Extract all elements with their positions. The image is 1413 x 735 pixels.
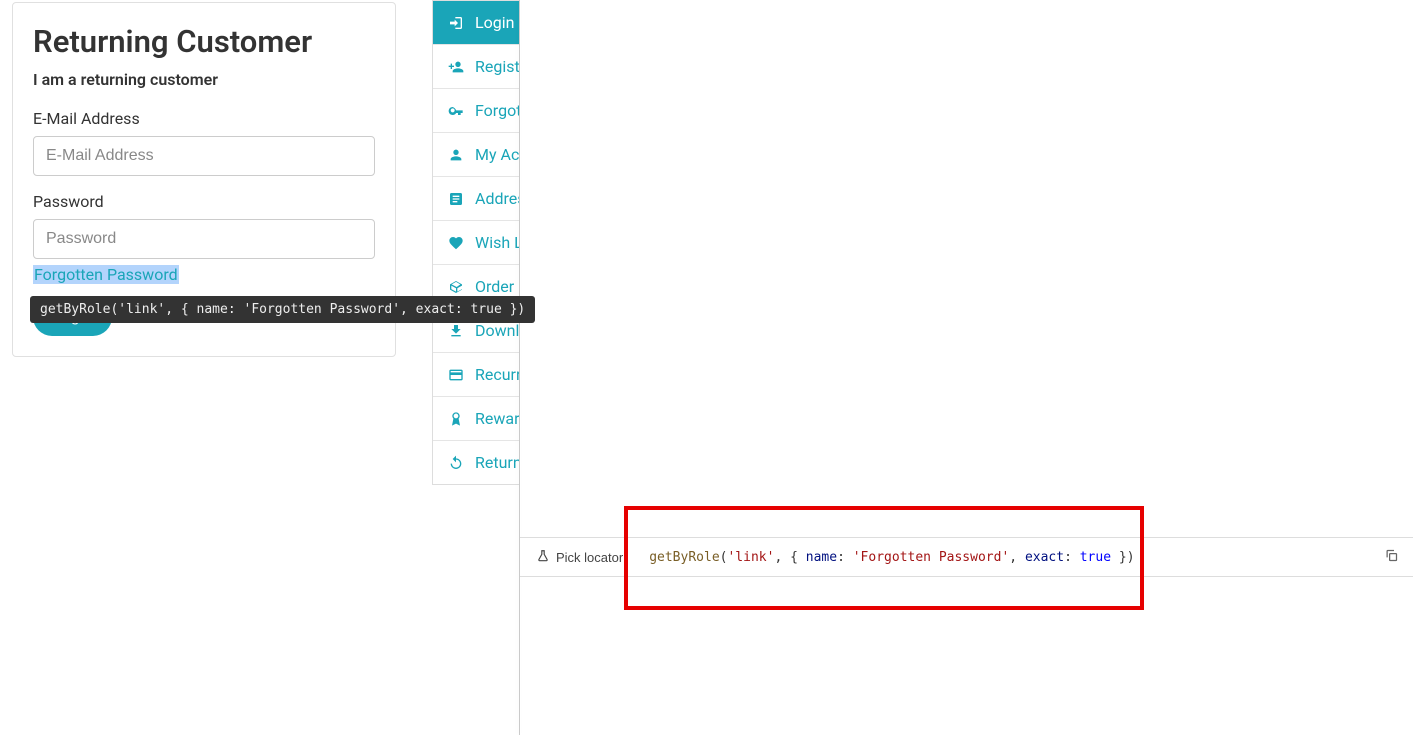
pick-locator-button[interactable]: Pick locator — [530, 545, 629, 570]
inspector-pane: Pick locator getByRole('link', { name: '… — [519, 0, 1413, 735]
download-icon — [447, 323, 465, 339]
heart-icon — [447, 235, 465, 251]
credit-card-icon — [447, 367, 465, 383]
key-icon — [447, 103, 465, 119]
password-input[interactable] — [33, 219, 375, 259]
user-icon — [447, 147, 465, 163]
email-group: E-Mail Address — [33, 109, 375, 176]
sidebar-item-label: Login — [475, 13, 514, 32]
login-icon — [447, 15, 465, 31]
copy-button[interactable] — [1380, 544, 1403, 570]
reward-icon — [447, 411, 465, 427]
card-title: Returning Customer — [33, 23, 375, 60]
app-preview-pane: Returning Customer I am a returning cust… — [0, 0, 519, 735]
return-icon — [447, 455, 465, 471]
locator-bar: Pick locator getByRole('link', { name: '… — [520, 537, 1413, 577]
address-book-icon — [447, 191, 465, 207]
forgotten-password-link[interactable]: Forgotten Password — [33, 265, 179, 284]
user-plus-icon — [447, 59, 465, 75]
locator-code[interactable]: getByRole('link', { name: 'Forgotten Pas… — [629, 550, 1380, 565]
password-label: Password — [33, 192, 375, 211]
pick-locator-label: Pick locator — [556, 550, 623, 565]
flask-icon — [536, 549, 550, 566]
box-icon — [447, 279, 465, 295]
pane-divider[interactable] — [520, 0, 521, 735]
password-group: Password — [33, 192, 375, 259]
locator-tooltip: getByRole('link', { name: 'Forgotten Pas… — [30, 296, 535, 323]
copy-icon — [1384, 551, 1399, 566]
card-subtitle: I am a returning customer — [33, 70, 375, 89]
email-input[interactable] — [33, 136, 375, 176]
email-label: E-Mail Address — [33, 109, 375, 128]
